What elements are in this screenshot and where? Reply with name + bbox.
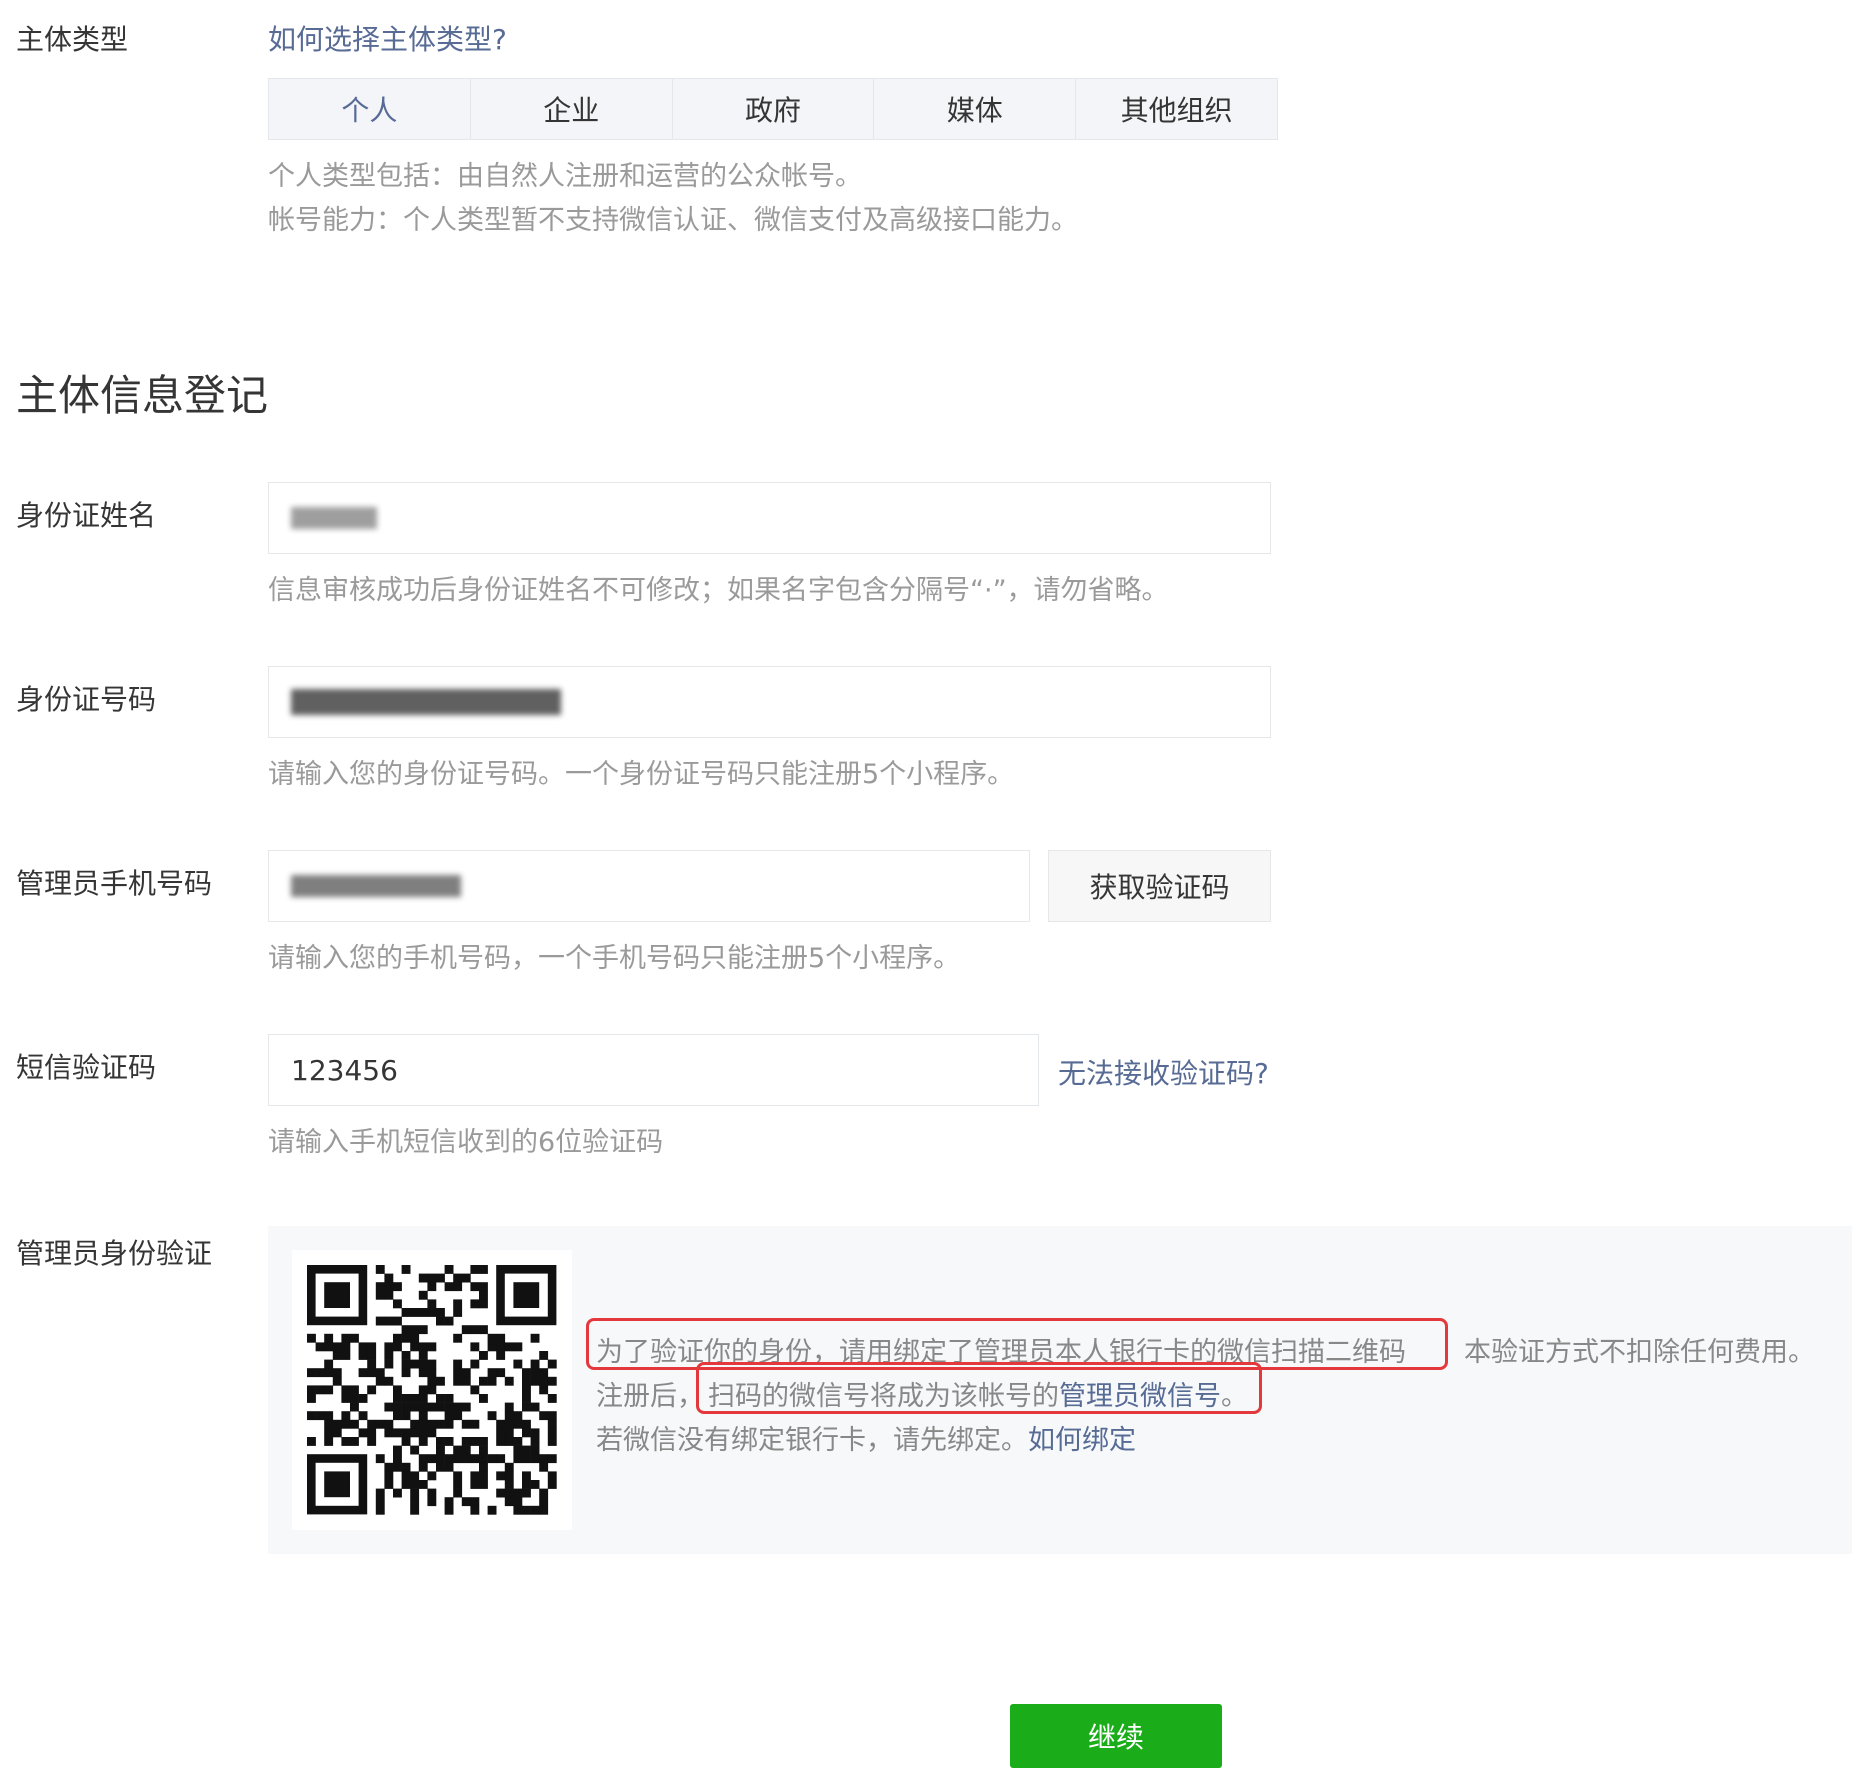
entity-type-tabs: 个人 企业 政府 媒体 其他组织 [268, 78, 1278, 140]
admin-phone-label: 管理员手机号码 [16, 867, 213, 900]
how-to-choose-type-link[interactable]: 如何选择主体类型? [268, 18, 507, 58]
id-name-tip: 信息审核成功后身份证姓名不可修改；如果名字包含分隔号“·”，请勿省略。 [268, 575, 1169, 606]
admin-wechat-note: 扫码的微信号将成为该帐号的管理员微信号。 [708, 1381, 1248, 1412]
id-name-input[interactable] [268, 482, 1271, 554]
after-register-prefix: 注册后， [596, 1381, 704, 1412]
tab-government[interactable]: 政府 [673, 79, 875, 139]
sms-code-label: 短信验证码 [16, 1051, 157, 1084]
tab-personal[interactable]: 个人 [269, 79, 471, 139]
admin-phone-tip: 请输入您的手机号码，一个手机号码只能注册5个小程序。 [268, 943, 961, 974]
bind-card-note: 若微信没有绑定银行卡，请先绑定。如何绑定 [596, 1425, 1136, 1456]
cannot-receive-code-link[interactable]: 无法接收验证码? [1058, 1052, 1269, 1092]
id-number-tip: 请输入您的身份证号码。一个身份证号码只能注册5个小程序。 [268, 759, 1015, 790]
qr-code-icon [292, 1250, 572, 1530]
no-fee-note: 本验证方式不扣除任何费用。 [1464, 1337, 1815, 1368]
entity-type-label: 主体类型 [16, 23, 129, 56]
admin-verify-label: 管理员身份验证 [16, 1237, 213, 1270]
account-capability-desc: 帐号能力：个人类型暂不支持微信认证、微信支付及高级接口能力。 [268, 205, 1078, 236]
sms-code-tip: 请输入手机短信收到的6位验证码 [268, 1127, 664, 1158]
redacted-phone [291, 875, 461, 897]
continue-button[interactable]: 继续 [1010, 1704, 1222, 1768]
tab-other-org[interactable]: 其他组织 [1076, 79, 1277, 139]
get-code-button[interactable]: 获取验证码 [1048, 850, 1271, 922]
section-title: 主体信息登记 [16, 371, 269, 420]
tab-enterprise[interactable]: 企业 [471, 79, 673, 139]
admin-phone-input[interactable] [268, 850, 1030, 922]
id-name-label: 身份证姓名 [16, 499, 157, 532]
how-to-bind-link[interactable]: 如何绑定 [1028, 1425, 1136, 1456]
tab-media[interactable]: 媒体 [874, 79, 1077, 139]
sms-code-input[interactable]: 123456 [268, 1034, 1039, 1106]
redacted-id-number [291, 689, 561, 715]
sms-code-value: 123456 [291, 1053, 398, 1087]
id-number-input[interactable] [268, 666, 1271, 738]
entity-type-desc: 个人类型包括：由自然人注册和运营的公众帐号。 [268, 161, 862, 192]
admin-wechat-link: 管理员微信号 [1059, 1381, 1221, 1412]
id-number-label: 身份证号码 [16, 683, 157, 716]
redacted-name [291, 507, 377, 529]
